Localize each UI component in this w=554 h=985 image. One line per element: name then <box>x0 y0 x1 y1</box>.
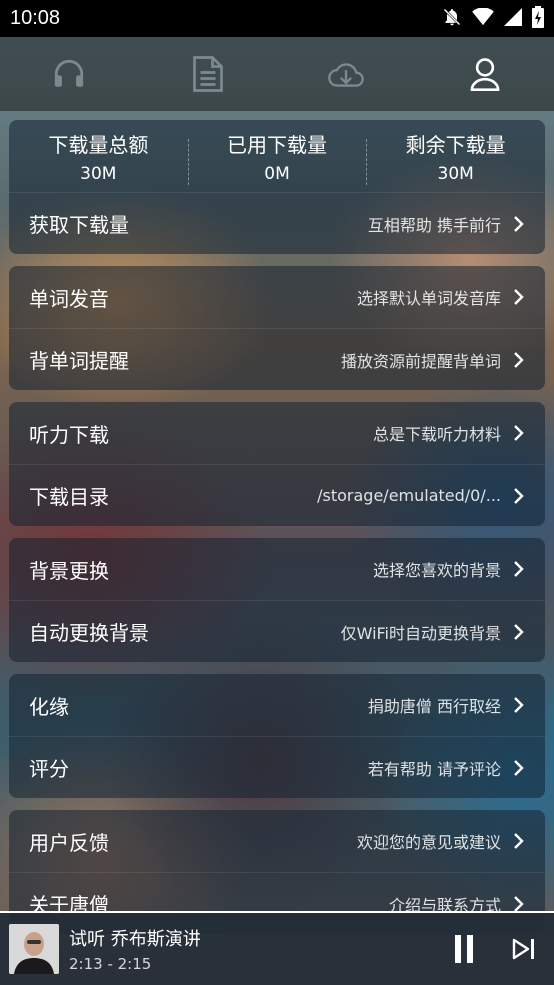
row-title: 单词发音 <box>29 286 109 311</box>
row-feedback[interactable]: 用户反馈 欢迎您的意见或建议 <box>9 810 545 872</box>
mini-player[interactable]: 试听 乔布斯演讲 2:13 - 2:15 <box>0 911 554 985</box>
row-value: 选择您喜欢的背景 <box>372 561 501 580</box>
chevron-right-icon <box>514 487 524 504</box>
pronunciation-card: 单词发音 选择默认单词发音库 背单词提醒 播放资源前提醒背单词 <box>9 266 545 390</box>
pause-button[interactable] <box>434 919 494 979</box>
row-value: 互相帮助 携手前行 <box>367 215 501 235</box>
row-download-dir[interactable]: 下载目录 /storage/emulated/0/... <box>9 464 545 526</box>
row-title: 听力下载 <box>29 422 109 447</box>
notifications-off-icon <box>442 7 462 31</box>
track-thumbnail[interactable] <box>9 924 59 974</box>
row-value: 总是下载听力材料 <box>372 425 501 444</box>
row-value: 播放资源前提醒背单词 <box>340 351 501 371</box>
signal-icon <box>504 7 522 30</box>
row-value: 选择默认单词发音库 <box>356 289 501 308</box>
stat-remaining-label: 剩余下载量 <box>405 132 506 157</box>
row-word-pronunciation[interactable]: 单词发音 选择默认单词发音库 <box>9 266 545 328</box>
row-title: 下载目录 <box>29 485 109 509</box>
status-time: 10:08 <box>10 7 61 29</box>
download-card: 下载量总额 30M 已用下载量 0M 剩余下载量 30M 获取下载量 互相帮助 … <box>9 120 545 254</box>
user-icon <box>470 58 500 91</box>
chevron-right-icon <box>514 425 524 441</box>
row-value: 捐助唐僧 西行取经 <box>367 697 501 716</box>
stat-remaining: 剩余下载量 30M <box>366 129 545 185</box>
next-button[interactable] <box>494 919 554 979</box>
row-title: 化缘 <box>29 694 69 719</box>
chevron-right-icon <box>514 895 524 912</box>
tab-documents[interactable] <box>178 44 238 104</box>
chevron-right-icon <box>514 833 524 849</box>
row-auto-background[interactable]: 自动更换背景 仅WiFi时自动更换背景 <box>9 600 545 662</box>
stat-used-value: 0M <box>264 163 290 184</box>
row-donate[interactable]: 化缘 捐助唐僧 西行取经 <box>9 674 545 736</box>
row-title: 获取下载量 <box>29 213 129 237</box>
stat-used-label: 已用下载量 <box>227 132 327 157</box>
tab-downloads[interactable] <box>316 44 376 104</box>
skip-next-icon <box>512 938 534 960</box>
track-time: 2:13 - 2:15 <box>69 955 152 973</box>
stat-total-value: 30M <box>80 163 117 184</box>
listening-card: 听力下载 总是下载听力材料 下载目录 /storage/emulated/0/.… <box>9 402 545 526</box>
cloud-download-icon <box>328 63 365 87</box>
row-value: /storage/emulated/0/... <box>317 486 501 505</box>
row-title: 背单词提醒 <box>29 349 129 373</box>
row-title: 背景更换 <box>29 558 109 583</box>
settings-list: 下载量总额 30M 已用下载量 0M 剩余下载量 30M 获取下载量 互相帮助 … <box>9 120 545 946</box>
stat-total-label: 下载量总额 <box>48 132 149 157</box>
stat-used: 已用下载量 0M <box>187 129 367 185</box>
chevron-right-icon <box>514 289 524 305</box>
row-value: 欢迎您的意见或建议 <box>356 833 501 852</box>
row-value: 若有帮助 请予评论 <box>367 759 501 779</box>
row-rating[interactable]: 评分 若有帮助 请予评论 <box>9 736 545 798</box>
chevron-right-icon <box>514 351 524 368</box>
background-card: 背景更换 选择您喜欢的背景 自动更换背景 仅WiFi时自动更换背景 <box>9 538 545 662</box>
row-title: 自动更换背景 <box>29 621 149 645</box>
stat-total: 下载量总额 30M <box>9 129 188 184</box>
chevron-right-icon <box>514 215 524 232</box>
top-tab-bar <box>0 37 554 111</box>
stat-remaining-value: 30M <box>437 163 474 184</box>
chevron-right-icon <box>514 561 524 577</box>
battery-icon <box>532 5 544 32</box>
chevron-right-icon <box>514 697 524 713</box>
row-title: 用户反馈 <box>29 830 109 855</box>
headphones-icon <box>55 59 84 87</box>
wifi-icon <box>472 6 494 30</box>
chevron-right-icon <box>514 759 524 776</box>
pause-icon <box>455 935 473 963</box>
document-icon <box>192 56 223 92</box>
status-bar: 10:08 <box>0 0 554 37</box>
support-card: 化缘 捐助唐僧 西行取经 评分 若有帮助 请予评论 <box>9 674 545 798</box>
row-background-change[interactable]: 背景更换 选择您喜欢的背景 <box>9 538 545 600</box>
row-vocab-reminder[interactable]: 背单词提醒 播放资源前提醒背单词 <box>9 328 545 390</box>
row-value: 仅WiFi时自动更换背景 <box>340 623 501 643</box>
chevron-right-icon <box>514 623 524 640</box>
track-info[interactable]: 试听 乔布斯演讲 2:13 - 2:15 <box>69 925 434 973</box>
tab-listening[interactable] <box>39 44 99 104</box>
row-get-download[interactable]: 获取下载量 互相帮助 携手前行 <box>9 192 545 254</box>
download-stats: 下载量总额 30M 已用下载量 0M 剩余下载量 30M <box>9 120 545 192</box>
row-listening-download[interactable]: 听力下载 总是下载听力材料 <box>9 402 545 464</box>
tab-profile[interactable] <box>455 44 515 104</box>
track-name: 试听 乔布斯演讲 <box>69 929 201 950</box>
row-title: 评分 <box>29 757 69 781</box>
